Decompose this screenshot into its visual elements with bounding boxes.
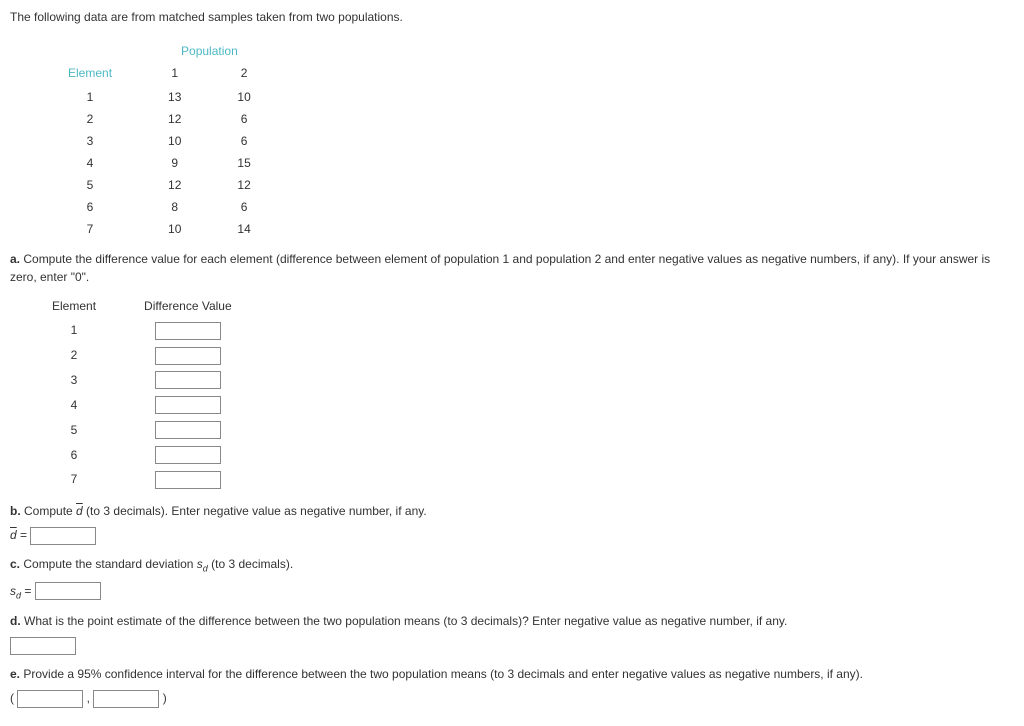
open-paren: ( bbox=[10, 691, 14, 705]
part-a-text: Compute the difference value for each el… bbox=[10, 252, 990, 284]
table-row: 11310 bbox=[40, 86, 279, 108]
col-1-header: 1 bbox=[140, 62, 209, 86]
part-b: b. Compute d (to 3 decimals). Enter nega… bbox=[10, 502, 1014, 520]
comma: , bbox=[83, 691, 93, 705]
diff-element-header: Element bbox=[28, 294, 120, 318]
table-row: 3 bbox=[28, 368, 256, 393]
confidence-pct: 95% bbox=[77, 667, 101, 681]
part-c-text-pre: Compute the standard deviation bbox=[20, 557, 197, 571]
diff-input-1[interactable] bbox=[155, 322, 221, 340]
diff-input-2[interactable] bbox=[155, 347, 221, 365]
part-e-text-pre: Provide a bbox=[20, 667, 77, 681]
d-bar-input[interactable] bbox=[30, 527, 96, 545]
diff-input-7[interactable] bbox=[155, 471, 221, 489]
part-e-label: e. bbox=[10, 667, 20, 681]
table-row: 2 bbox=[28, 343, 256, 368]
sd-symbol-lhs: sd bbox=[10, 584, 21, 598]
table-row: 71014 bbox=[40, 218, 279, 240]
table-row: 5 bbox=[28, 417, 256, 442]
population-table: Population Element 1 2 11310 2126 3106 4… bbox=[40, 40, 279, 240]
diff-input-4[interactable] bbox=[155, 396, 221, 414]
d-bar-symbol: d bbox=[76, 504, 83, 518]
part-e: e. Provide a 95% confidence interval for… bbox=[10, 665, 1014, 683]
part-c-text-post: (to 3 decimals). bbox=[208, 557, 293, 571]
ci-lower-input[interactable] bbox=[17, 690, 83, 708]
part-e-text-post: confidence interval for the difference b… bbox=[101, 667, 863, 681]
point-estimate-input[interactable] bbox=[10, 637, 76, 655]
point-estimate-row bbox=[10, 636, 1014, 655]
table-row: 2126 bbox=[40, 108, 279, 130]
table-row: 4915 bbox=[40, 152, 279, 174]
sd-formula: sd = bbox=[10, 582, 1014, 603]
diff-input-6[interactable] bbox=[155, 446, 221, 464]
table-row: 686 bbox=[40, 196, 279, 218]
element-header: Element bbox=[40, 62, 140, 86]
diff-value-header: Difference Value bbox=[120, 294, 256, 318]
equals-sign: = bbox=[17, 528, 27, 542]
d-bar-formula: d = bbox=[10, 526, 1014, 545]
table-row: 3106 bbox=[40, 130, 279, 152]
ci-upper-input[interactable] bbox=[93, 690, 159, 708]
table-row: 6 bbox=[28, 442, 256, 467]
part-b-text-post: (to 3 decimals). Enter negative value as… bbox=[83, 504, 427, 518]
table-row: 7 bbox=[28, 467, 256, 492]
diff-input-5[interactable] bbox=[155, 421, 221, 439]
part-c: c. Compute the standard deviation sd (to… bbox=[10, 555, 1014, 576]
part-c-label: c. bbox=[10, 557, 20, 571]
table-row: 1 bbox=[28, 318, 256, 343]
table-row: 4 bbox=[28, 392, 256, 417]
sd-symbol: sd bbox=[197, 557, 208, 571]
part-d: d. What is the point estimate of the dif… bbox=[10, 612, 1014, 630]
d-bar-symbol-lhs: d bbox=[10, 528, 17, 542]
part-b-label: b. bbox=[10, 504, 21, 518]
part-d-label: d. bbox=[10, 614, 21, 628]
intro-text: The following data are from matched samp… bbox=[10, 8, 1014, 26]
difference-table: Element Difference Value 1 2 3 4 5 6 7 bbox=[28, 294, 256, 492]
population-header: Population bbox=[140, 40, 279, 62]
part-d-text: What is the point estimate of the differ… bbox=[21, 614, 788, 628]
diff-input-3[interactable] bbox=[155, 371, 221, 389]
close-paren: ) bbox=[163, 691, 167, 705]
ci-row: ( , ) bbox=[10, 689, 1014, 708]
sd-input[interactable] bbox=[35, 582, 101, 600]
col-2-header: 2 bbox=[209, 62, 278, 86]
part-a: a. Compute the difference value for each… bbox=[10, 250, 1014, 286]
part-b-text-pre: Compute bbox=[21, 504, 76, 518]
table-row: 51212 bbox=[40, 174, 279, 196]
equals-sign: = bbox=[21, 584, 31, 598]
part-a-label: a. bbox=[10, 252, 20, 266]
